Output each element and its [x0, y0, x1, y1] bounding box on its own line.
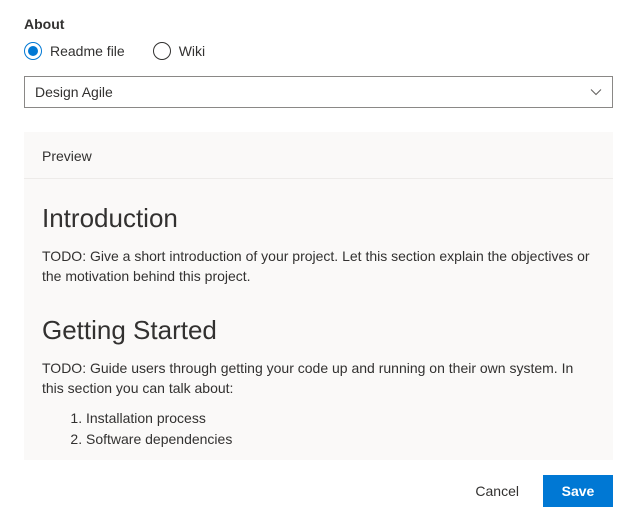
preview-content: Introduction TODO: Give a short introduc… — [24, 179, 613, 460]
radio-option-wiki[interactable]: Wiki — [153, 42, 205, 60]
radio-label-wiki: Wiki — [179, 43, 205, 59]
radio-option-readme[interactable]: Readme file — [24, 42, 125, 60]
radio-icon — [24, 42, 42, 60]
chevron-down-icon — [590, 86, 602, 98]
preview-list: Installation process Software dependenci… — [42, 408, 595, 450]
cancel-button[interactable]: Cancel — [459, 475, 535, 507]
preview-paragraph: TODO: Give a short introduction of your … — [42, 246, 595, 287]
about-type-radio-group: Readme file Wiki — [24, 42, 613, 60]
preview-paragraph: TODO: Guide users through getting your c… — [42, 358, 595, 399]
preview-tab[interactable]: Preview — [24, 132, 613, 179]
save-button[interactable]: Save — [543, 475, 613, 507]
button-bar: Cancel Save — [459, 475, 613, 507]
radio-icon — [153, 42, 171, 60]
list-item: Installation process — [86, 408, 595, 429]
dropdown-selected-value: Design Agile — [35, 84, 113, 100]
section-title: About — [24, 16, 613, 32]
radio-label-readme: Readme file — [50, 43, 125, 59]
preview-area: Preview Introduction TODO: Give a short … — [24, 132, 613, 460]
source-dropdown[interactable]: Design Agile — [24, 76, 613, 108]
preview-heading-getting-started: Getting Started — [42, 315, 595, 346]
list-item: Software dependencies — [86, 429, 595, 450]
preview-heading-introduction: Introduction — [42, 203, 595, 234]
